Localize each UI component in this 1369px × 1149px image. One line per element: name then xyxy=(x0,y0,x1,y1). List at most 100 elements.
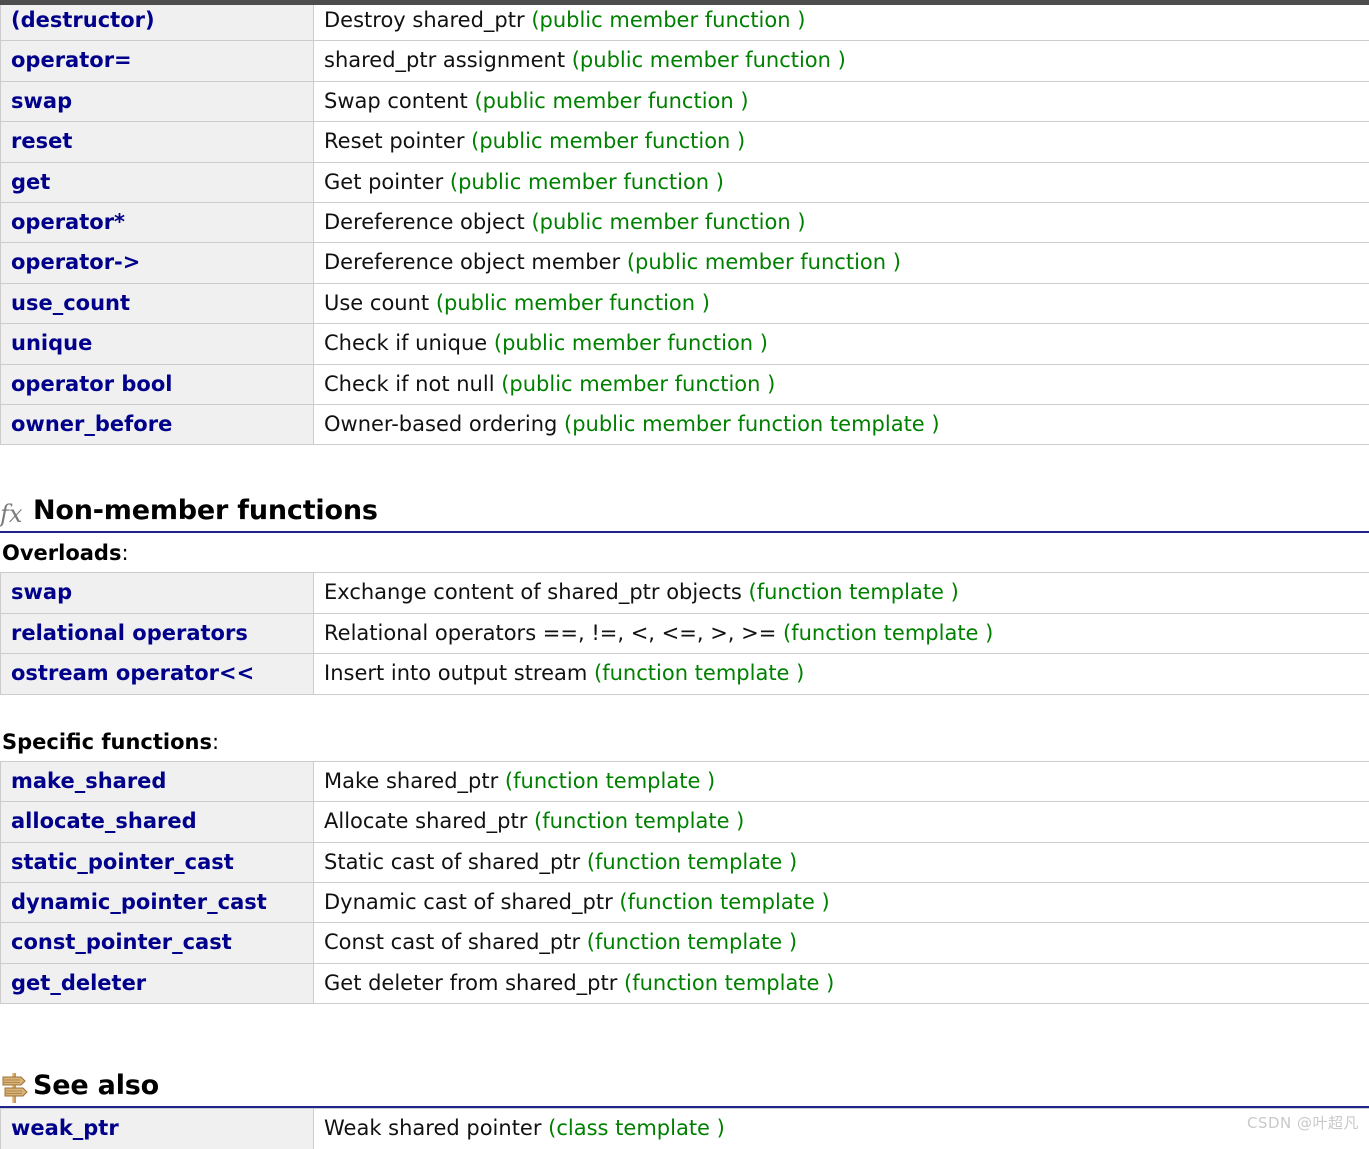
table-row[interactable]: dynamic_pointer_cast Dynamic cast of sha… xyxy=(0,881,1369,924)
table-row[interactable]: operator= shared_ptr assignment (public … xyxy=(0,40,1369,82)
signpost-icon xyxy=(0,1071,30,1105)
member-link-get[interactable]: get xyxy=(0,161,314,204)
specific-desc-const-pointer-cast: Const cast of shared_ptr (function templ… xyxy=(313,922,1369,964)
table-row[interactable]: operator bool Check if not null (public … xyxy=(0,363,1369,406)
table-row[interactable]: unique Check if unique (public member fu… xyxy=(0,323,1369,365)
member-link-operator-arrow[interactable]: operator-> xyxy=(0,242,314,284)
see-also-table: weak_ptr Weak shared pointer (class temp… xyxy=(0,1108,1369,1149)
nonmember-desc-ostream-operator: Insert into output stream (function temp… xyxy=(313,653,1369,695)
subheading-overloads-colon: : xyxy=(121,541,129,566)
scrolled-row-edge xyxy=(0,0,1369,5)
desc-meta: (function template ) xyxy=(586,849,798,874)
table-row[interactable]: owner_before Owner-based ordering (publi… xyxy=(0,404,1369,446)
specific-desc-allocate-shared: Allocate shared_ptr (function template ) xyxy=(313,801,1369,843)
desc-meta: (public member function ) xyxy=(474,88,749,113)
nonmember-desc-relational-operators: Relational operators ==, !=, <, <=, >, >… xyxy=(313,612,1369,655)
desc-meta: (public member function ) xyxy=(626,250,901,275)
desc-meta: (function template ) xyxy=(586,930,798,955)
desc-meta: (function template ) xyxy=(594,661,805,686)
table-row[interactable]: swap Swap content (public member functio… xyxy=(0,80,1369,123)
desc-text: Dereference object member xyxy=(324,250,627,275)
desc-text: Static cast of shared_ptr xyxy=(324,849,587,874)
table-row[interactable]: make_shared Make shared_ptr (function te… xyxy=(0,760,1369,803)
member-link-owner-before[interactable]: owner_before xyxy=(0,404,314,446)
table-row[interactable]: get Get pointer (public member function … xyxy=(0,161,1369,204)
table-row[interactable]: (destructor) Destroy shared_ptr (public … xyxy=(0,0,1369,42)
nonmember-link-swap[interactable]: swap xyxy=(0,572,314,614)
table-row[interactable]: reset Reset pointer (public member funct… xyxy=(0,121,1369,163)
specific-desc-get-deleter: Get deleter from shared_ptr (function te… xyxy=(313,962,1369,1005)
member-link-swap[interactable]: swap xyxy=(0,80,314,123)
member-desc-unique: Check if unique (public member function … xyxy=(313,323,1369,365)
member-link-operator-deref[interactable]: operator* xyxy=(0,202,314,244)
member-desc-get: Get pointer (public member function ) xyxy=(313,161,1369,204)
table-row[interactable]: const_pointer_cast Const cast of shared_… xyxy=(0,922,1369,964)
desc-text: Make shared_ptr xyxy=(324,768,505,793)
see-also-table-body: weak_ptr Weak shared pointer (class temp… xyxy=(0,1108,1369,1149)
desc-meta: (public member function ) xyxy=(449,169,724,194)
table-row[interactable]: allocate_shared Allocate shared_ptr (fun… xyxy=(0,801,1369,843)
specific-desc-make-shared: Make shared_ptr (function template ) xyxy=(313,760,1369,803)
subheading-overloads: Overloads: xyxy=(0,533,1369,572)
table-row[interactable]: get_deleter Get deleter from shared_ptr … xyxy=(0,962,1369,1005)
desc-text: Get pointer xyxy=(324,169,450,194)
member-desc-operator-arrow: Dereference object member (public member… xyxy=(313,242,1369,284)
table-row[interactable]: weak_ptr Weak shared pointer (class temp… xyxy=(0,1108,1369,1149)
desc-meta: (public member function ) xyxy=(493,331,768,356)
table-row[interactable]: static_pointer_cast Static cast of share… xyxy=(0,841,1369,883)
subheading-specific-functions: Specific functions: xyxy=(0,722,1369,761)
desc-meta: (public member function ) xyxy=(571,48,846,73)
member-desc-swap: Swap content (public member function ) xyxy=(313,80,1369,123)
desc-text: Destroy shared_ptr xyxy=(324,8,532,32)
desc-text: Get deleter from shared_ptr xyxy=(324,970,625,995)
member-desc-operator-deref: Dereference object (public member functi… xyxy=(313,202,1369,244)
fx-icon: 𝑓𝑥 xyxy=(0,500,23,529)
desc-meta: (function template ) xyxy=(748,580,959,605)
member-link-operator-bool[interactable]: operator bool xyxy=(0,363,314,406)
member-link-destructor[interactable]: (destructor) xyxy=(0,0,314,42)
overloads-table: swap Exchange content of shared_ptr obje… xyxy=(0,572,1369,695)
member-link-operator-assign[interactable]: operator= xyxy=(0,40,314,82)
desc-text: Relational operators ==, !=, <, <=, >, >… xyxy=(324,620,784,645)
member-desc-operator-assign: shared_ptr assignment (public member fun… xyxy=(313,40,1369,82)
desc-meta: (public member function ) xyxy=(501,371,776,396)
desc-text: Insert into output stream xyxy=(324,661,595,686)
section-title-see-also: See also xyxy=(33,1070,159,1102)
desc-meta: (public member function template ) xyxy=(564,412,940,437)
specific-link-allocate-shared[interactable]: allocate_shared xyxy=(0,801,314,843)
page-root: (destructor) Destroy shared_ptr (public … xyxy=(0,0,1369,1149)
desc-meta: (function template ) xyxy=(619,889,830,914)
specific-functions-table-body: make_shared Make shared_ptr (function te… xyxy=(0,760,1369,1005)
nonmember-link-relational-operators[interactable]: relational operators xyxy=(0,612,314,655)
member-functions-table: (destructor) Destroy shared_ptr (public … xyxy=(0,0,1369,446)
table-row[interactable]: relational operators Relational operator… xyxy=(0,612,1369,655)
table-row[interactable]: ostream operator<< Insert into output st… xyxy=(0,653,1369,695)
specific-link-dynamic-pointer-cast[interactable]: dynamic_pointer_cast xyxy=(0,881,314,924)
desc-meta: (public member function ) xyxy=(531,210,806,235)
desc-meta: (public member function ) xyxy=(471,129,746,154)
table-row[interactable]: operator* Dereference object (public mem… xyxy=(0,202,1369,244)
desc-meta: (function template ) xyxy=(783,620,994,645)
desc-text: Const cast of shared_ptr xyxy=(324,930,587,955)
member-link-unique[interactable]: unique xyxy=(0,323,314,365)
specific-desc-static-pointer-cast: Static cast of shared_ptr (function temp… xyxy=(313,841,1369,883)
desc-text: shared_ptr assignment xyxy=(324,48,572,73)
table-row[interactable]: swap Exchange content of shared_ptr obje… xyxy=(0,572,1369,614)
specific-link-const-pointer-cast[interactable]: const_pointer_cast xyxy=(0,922,314,964)
nonmember-link-ostream-operator[interactable]: ostream operator<< xyxy=(0,653,314,695)
table-row[interactable]: operator-> Dereference object member (pu… xyxy=(0,242,1369,284)
specific-functions-table: make_shared Make shared_ptr (function te… xyxy=(0,760,1369,1005)
desc-text: Check if unique xyxy=(324,331,494,356)
member-link-use-count[interactable]: use_count xyxy=(0,282,314,325)
specific-link-make-shared[interactable]: make_shared xyxy=(0,760,314,803)
member-link-reset[interactable]: reset xyxy=(0,121,314,163)
table-row[interactable]: use_count Use count (public member funct… xyxy=(0,282,1369,325)
desc-meta: (function template ) xyxy=(534,809,745,834)
specific-link-get-deleter[interactable]: get_deleter xyxy=(0,962,314,1005)
see-also-link-weak-ptr[interactable]: weak_ptr xyxy=(0,1108,314,1149)
desc-text: Reset pointer xyxy=(324,129,472,154)
specific-link-static-pointer-cast[interactable]: static_pointer_cast xyxy=(0,841,314,883)
